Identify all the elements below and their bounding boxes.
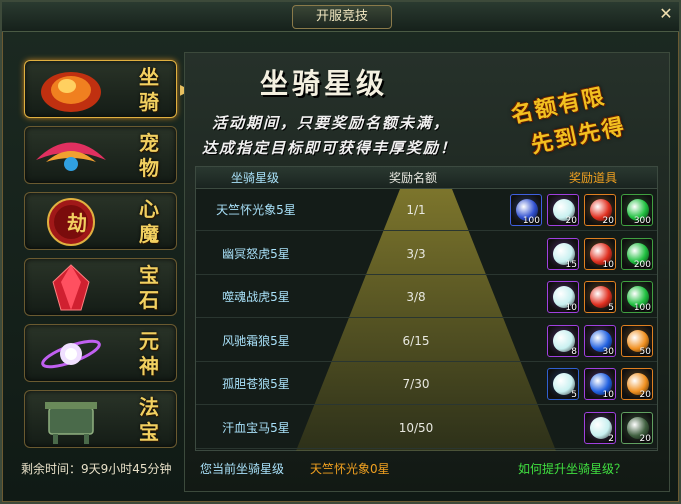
scroll-icon[interactable]: 20 <box>621 412 653 444</box>
table-row: 汗血宝马5星 10/50 2 20 <box>196 408 657 449</box>
sidebar-item-label: 元神 <box>139 329 161 378</box>
sidebar: 坐骑 宠物 劫 心魔 宝石 元神 法宝 <box>24 60 177 456</box>
sidebar-item-artifact[interactable]: 法宝 <box>24 390 177 448</box>
table-row: 幽冥怒虎5星 3/3 15 10 200 <box>196 234 657 275</box>
cauldron-icon <box>45 402 97 444</box>
reward-items: 100 20 20 300 <box>505 194 653 227</box>
item-count: 15 <box>565 259 577 270</box>
item-count: 20 <box>565 216 577 226</box>
sidebar-item-label: 宝石 <box>139 263 161 312</box>
item-count: 300 <box>633 216 651 226</box>
item-count: 200 <box>633 259 651 270</box>
sidebar-item-gem[interactable]: 宝石 <box>24 258 177 316</box>
reward-quota: 7/30 <box>402 377 430 392</box>
orange-flame-icon[interactable]: 20 <box>621 368 653 401</box>
demon-seal-text: 劫 <box>67 211 87 235</box>
mount-star-name: 天竺怀光象5星 <box>216 203 296 217</box>
item-count: 100 <box>633 303 651 314</box>
close-icon[interactable]: ✕ <box>657 5 675 23</box>
mount-star-name: 汗血宝马5星 <box>222 421 290 435</box>
header-quota: 奖励名额 <box>389 171 438 185</box>
blue-flame-icon[interactable]: 30 <box>584 324 616 357</box>
sidebar-item-spirit[interactable]: 元神 <box>24 324 177 382</box>
reward-items: 10 5 100 <box>542 281 653 314</box>
item-count: 20 <box>639 434 651 444</box>
sidebar-item-demon[interactable]: 劫 心魔 <box>24 192 177 250</box>
table-row: 天竺怀光象5星 1/1 100 20 20 300 <box>196 190 657 231</box>
item-count: 20 <box>639 390 651 401</box>
event-window: 开服竞技 ✕ 坐骑 宠物 劫 心魔 宝石 元神 法宝 坐骑星级 活动期间，只要奖… <box>0 0 681 504</box>
table-header: 坐骑星级 奖励名额 奖励道具 <box>196 167 657 189</box>
white-egg-icon[interactable]: 10 <box>547 281 579 314</box>
item-count: 2 <box>608 434 614 444</box>
item-count: 50 <box>639 346 651 357</box>
sidebar-item-mount[interactable]: 坐骑 <box>24 60 177 118</box>
item-count: 5 <box>571 390 577 401</box>
red-gem-icon[interactable]: 10 <box>584 237 616 270</box>
item-count: 5 <box>608 303 614 314</box>
banner-line-2: 达成指定目标即可获得丰厚奖励！ <box>202 139 458 157</box>
current-star-value: 天竺怀光象0星 <box>310 462 390 476</box>
reward-items: 5 10 20 <box>542 368 653 401</box>
banner-line-1: 活动期间，只要奖励名额未满， <box>212 114 451 132</box>
table-row: 风驰霜狼5星 6/15 8 30 50 <box>196 321 657 362</box>
table-row: 孤胆苍狼5星 7/30 5 10 20 <box>196 364 657 406</box>
reward-items: 15 10 200 <box>542 237 653 271</box>
red-crystal-icon <box>52 264 90 311</box>
fire-mount-icon <box>41 72 101 112</box>
reward-table: 坐骑星级 奖励名额 奖励道具 天竺怀光象5星 1/1 100 20 20 300 幽冥怒虎5… <box>195 166 658 451</box>
title-bar: 开服竞技 ✕ <box>2 2 679 32</box>
item-count: 100 <box>522 216 540 226</box>
reward-items: 2 20 <box>579 412 653 445</box>
sidebar-item-label: 坐骑 <box>139 65 161 114</box>
sidebar-item-label: 宠物 <box>139 131 161 180</box>
item-count: 10 <box>602 259 614 270</box>
reward-quota: 10/50 <box>398 421 434 435</box>
white-egg-icon[interactable]: 15 <box>547 237 579 270</box>
white-egg-icon[interactable]: 2 <box>584 412 616 444</box>
green-orb-icon[interactable]: 100 <box>621 281 653 314</box>
mount-star-name: 孤胆苍狼5星 <box>222 377 290 392</box>
sidebar-item-label: 法宝 <box>139 395 161 444</box>
white-egg-icon[interactable]: 8 <box>547 324 579 357</box>
item-count: 10 <box>602 390 614 401</box>
red-gem-icon[interactable]: 20 <box>584 194 616 226</box>
mount-star-name: 风驰霜狼5星 <box>222 333 290 348</box>
window-title: 开服竞技 <box>292 5 392 29</box>
page-title: 坐骑星级 <box>260 67 389 100</box>
reward-items: 8 30 50 <box>542 324 653 358</box>
orange-flame-icon[interactable]: 50 <box>621 324 653 357</box>
blue-orb-icon[interactable]: 100 <box>510 194 542 226</box>
spirit-orb-icon <box>41 339 101 369</box>
header-rewards: 奖励道具 <box>569 171 618 185</box>
item-count: 8 <box>571 346 577 357</box>
remaining-time: 剩余时间：9天9小时45分钟 <box>21 462 172 476</box>
header-star: 坐骑星级 <box>231 171 280 185</box>
blue-flame-icon[interactable]: 10 <box>584 368 616 401</box>
white-egg-icon[interactable]: 20 <box>547 194 579 226</box>
item-count: 10 <box>565 303 577 314</box>
white-egg-icon[interactable]: 5 <box>547 368 579 401</box>
item-count: 20 <box>602 216 614 226</box>
green-orb-icon[interactable]: 200 <box>621 237 653 270</box>
sidebar-item-pet[interactable]: 宠物 <box>24 126 177 184</box>
phoenix-pet-icon <box>36 142 106 171</box>
red-gem-icon[interactable]: 5 <box>584 281 616 314</box>
reward-quota: 3/3 <box>406 246 426 261</box>
sidebar-item-label: 心魔 <box>139 197 161 246</box>
current-star-label: 您当前坐骑星级 <box>200 462 285 476</box>
green-orb-icon[interactable]: 300 <box>621 194 653 226</box>
table-row: 噬魂战虎5星 3/8 10 5 100 <box>196 277 657 319</box>
reward-quota: 1/1 <box>406 203 426 217</box>
mount-star-name: 幽冥怒虎5星 <box>222 246 290 261</box>
item-count: 30 <box>602 346 614 357</box>
help-link[interactable]: 如何提升坐骑星级？ <box>518 460 626 477</box>
mount-star-name: 噬魂战虎5星 <box>222 290 290 305</box>
reward-quota: 3/8 <box>406 290 426 305</box>
reward-quota: 6/15 <box>402 333 430 348</box>
